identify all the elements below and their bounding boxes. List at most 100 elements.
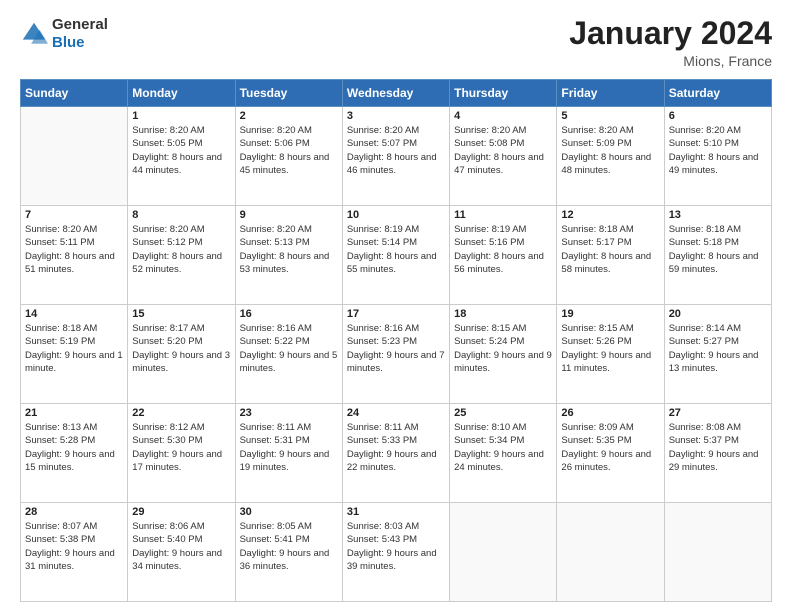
day-number: 19 — [561, 308, 659, 320]
logo-icon — [20, 20, 48, 48]
day-info: Sunrise: 8:20 AMSunset: 5:08 PMDaylight:… — [454, 124, 552, 177]
title-block: January 2024 Mions, France — [569, 16, 772, 69]
day-info: Sunrise: 8:13 AMSunset: 5:28 PMDaylight:… — [25, 421, 123, 474]
page-title: January 2024 — [569, 16, 772, 51]
day-info: Sunrise: 8:20 AMSunset: 5:06 PMDaylight:… — [240, 124, 338, 177]
calendar-header-friday: Friday — [557, 80, 664, 107]
calendar-header-row: SundayMondayTuesdayWednesdayThursdayFrid… — [21, 80, 772, 107]
day-number: 21 — [25, 407, 123, 419]
page-subtitle: Mions, France — [569, 53, 772, 69]
day-info: Sunrise: 8:19 AMSunset: 5:16 PMDaylight:… — [454, 223, 552, 276]
day-info: Sunrise: 8:20 AMSunset: 5:05 PMDaylight:… — [132, 124, 230, 177]
header: General Blue January 2024 Mions, France — [20, 16, 772, 69]
calendar-cell — [557, 503, 664, 602]
calendar-row-4: 28 Sunrise: 8:07 AMSunset: 5:38 PMDayligh… — [21, 503, 772, 602]
day-info: Sunrise: 8:10 AMSunset: 5:34 PMDaylight:… — [454, 421, 552, 474]
calendar-cell: 13Sunrise: 8:18 AMSunset: 5:18 PMDayligh… — [664, 206, 771, 305]
day-number: 11 — [454, 209, 552, 221]
calendar-row-0: 1 Sunrise: 8:20 AMSunset: 5:05 PMDaylight… — [21, 107, 772, 206]
day-info: Sunrise: 8:07 AMSunset: 5:38 PMDaylight:… — [25, 520, 123, 573]
calendar-cell: 9 Sunrise: 8:20 AMSunset: 5:13 PMDaylight… — [235, 206, 342, 305]
day-info: Sunrise: 8:11 AMSunset: 5:31 PMDaylight:… — [240, 421, 338, 474]
calendar-cell: 26Sunrise: 8:09 AMSunset: 5:35 PMDayligh… — [557, 404, 664, 503]
calendar-cell: 24 Sunrise: 8:11 AMSunset: 5:33 PMDayligh… — [342, 404, 449, 503]
calendar-cell: 23 Sunrise: 8:11 AMSunset: 5:31 PMDayligh… — [235, 404, 342, 503]
calendar-cell: 16Sunrise: 8:16 AMSunset: 5:22 PMDayligh… — [235, 305, 342, 404]
day-info: Sunrise: 8:20 AMSunset: 5:09 PMDaylight:… — [561, 124, 659, 177]
day-number: 15 — [132, 308, 230, 320]
calendar-cell — [450, 503, 557, 602]
day-number: 4 — [454, 110, 552, 122]
day-number: 3 — [347, 110, 445, 122]
day-info: Sunrise: 8:09 AMSunset: 5:35 PMDaylight:… — [561, 421, 659, 474]
day-info: Sunrise: 8:15 AMSunset: 5:26 PMDaylight:… — [561, 322, 659, 375]
day-number: 27 — [669, 407, 767, 419]
calendar-cell: 7 Sunrise: 8:20 AMSunset: 5:11 PMDaylight… — [21, 206, 128, 305]
calendar-cell: 25 Sunrise: 8:10 AMSunset: 5:34 PMDayligh… — [450, 404, 557, 503]
day-info: Sunrise: 8:20 AMSunset: 5:13 PMDaylight:… — [240, 223, 338, 276]
day-number: 1 — [132, 110, 230, 122]
day-number: 7 — [25, 209, 123, 221]
calendar-cell: 5 Sunrise: 8:20 AMSunset: 5:09 PMDaylight… — [557, 107, 664, 206]
day-number: 28 — [25, 506, 123, 518]
calendar-cell: 15 Sunrise: 8:17 AMSunset: 5:20 PMDayligh… — [128, 305, 235, 404]
calendar-cell: 1 Sunrise: 8:20 AMSunset: 5:05 PMDaylight… — [128, 107, 235, 206]
day-number: 24 — [347, 407, 445, 419]
day-number: 14 — [25, 308, 123, 320]
calendar-row-1: 7 Sunrise: 8:20 AMSunset: 5:11 PMDaylight… — [21, 206, 772, 305]
day-number: 23 — [240, 407, 338, 419]
calendar-cell: 18 Sunrise: 8:15 AMSunset: 5:24 PMDayligh… — [450, 305, 557, 404]
day-number: 25 — [454, 407, 552, 419]
day-number: 10 — [347, 209, 445, 221]
day-number: 5 — [561, 110, 659, 122]
day-number: 31 — [347, 506, 445, 518]
day-info: Sunrise: 8:17 AMSunset: 5:20 PMDaylight:… — [132, 322, 230, 375]
calendar-row-2: 14Sunrise: 8:18 AMSunset: 5:19 PMDayligh… — [21, 305, 772, 404]
calendar-cell: 19 Sunrise: 8:15 AMSunset: 5:26 PMDayligh… — [557, 305, 664, 404]
day-info: Sunrise: 8:16 AMSunset: 5:22 PMDaylight:… — [240, 322, 338, 375]
calendar-cell: 4 Sunrise: 8:20 AMSunset: 5:08 PMDaylight… — [450, 107, 557, 206]
calendar-header-tuesday: Tuesday — [235, 80, 342, 107]
day-number: 18 — [454, 308, 552, 320]
calendar-cell: 14Sunrise: 8:18 AMSunset: 5:19 PMDayligh… — [21, 305, 128, 404]
calendar-cell: 29 Sunrise: 8:06 AMSunset: 5:40 PMDayligh… — [128, 503, 235, 602]
calendar-cell: 6 Sunrise: 8:20 AMSunset: 5:10 PMDaylight… — [664, 107, 771, 206]
day-number: 29 — [132, 506, 230, 518]
day-number: 8 — [132, 209, 230, 221]
day-info: Sunrise: 8:18 AMSunset: 5:18 PMDaylight:… — [669, 223, 767, 276]
day-info: Sunrise: 8:20 AMSunset: 5:11 PMDaylight:… — [25, 223, 123, 276]
calendar-cell: 8Sunrise: 8:20 AMSunset: 5:12 PMDaylight… — [128, 206, 235, 305]
day-info: Sunrise: 8:14 AMSunset: 5:27 PMDaylight:… — [669, 322, 767, 375]
day-info: Sunrise: 8:20 AMSunset: 5:07 PMDaylight:… — [347, 124, 445, 177]
day-info: Sunrise: 8:06 AMSunset: 5:40 PMDaylight:… — [132, 520, 230, 573]
day-info: Sunrise: 8:20 AMSunset: 5:10 PMDaylight:… — [669, 124, 767, 177]
logo: General Blue — [20, 16, 108, 52]
calendar-cell: 28 Sunrise: 8:07 AMSunset: 5:38 PMDayligh… — [21, 503, 128, 602]
calendar-cell: 30Sunrise: 8:05 AMSunset: 5:41 PMDayligh… — [235, 503, 342, 602]
calendar-cell: 20 Sunrise: 8:14 AMSunset: 5:27 PMDayligh… — [664, 305, 771, 404]
day-number: 20 — [669, 308, 767, 320]
day-info: Sunrise: 8:11 AMSunset: 5:33 PMDaylight:… — [347, 421, 445, 474]
calendar-cell: 11 Sunrise: 8:19 AMSunset: 5:16 PMDayligh… — [450, 206, 557, 305]
day-number: 30 — [240, 506, 338, 518]
calendar-cell: 31 Sunrise: 8:03 AMSunset: 5:43 PMDayligh… — [342, 503, 449, 602]
day-info: Sunrise: 8:15 AMSunset: 5:24 PMDaylight:… — [454, 322, 552, 375]
calendar-cell: 17 Sunrise: 8:16 AMSunset: 5:23 PMDayligh… — [342, 305, 449, 404]
calendar-header-thursday: Thursday — [450, 80, 557, 107]
calendar-cell — [21, 107, 128, 206]
day-info: Sunrise: 8:19 AMSunset: 5:14 PMDaylight:… — [347, 223, 445, 276]
logo-general: General — [52, 16, 108, 33]
day-number: 6 — [669, 110, 767, 122]
calendar-row-3: 21 Sunrise: 8:13 AMSunset: 5:28 PMDayligh… — [21, 404, 772, 503]
day-number: 17 — [347, 308, 445, 320]
day-number: 9 — [240, 209, 338, 221]
calendar-cell: 22 Sunrise: 8:12 AMSunset: 5:30 PMDayligh… — [128, 404, 235, 503]
calendar-cell: 2Sunrise: 8:20 AMSunset: 5:06 PMDaylight… — [235, 107, 342, 206]
day-info: Sunrise: 8:08 AMSunset: 5:37 PMDaylight:… — [669, 421, 767, 474]
day-number: 22 — [132, 407, 230, 419]
day-info: Sunrise: 8:16 AMSunset: 5:23 PMDaylight:… — [347, 322, 445, 375]
day-info: Sunrise: 8:03 AMSunset: 5:43 PMDaylight:… — [347, 520, 445, 573]
calendar-cell: 3 Sunrise: 8:20 AMSunset: 5:07 PMDaylight… — [342, 107, 449, 206]
calendar-cell: 21 Sunrise: 8:13 AMSunset: 5:28 PMDayligh… — [21, 404, 128, 503]
day-info: Sunrise: 8:12 AMSunset: 5:30 PMDaylight:… — [132, 421, 230, 474]
